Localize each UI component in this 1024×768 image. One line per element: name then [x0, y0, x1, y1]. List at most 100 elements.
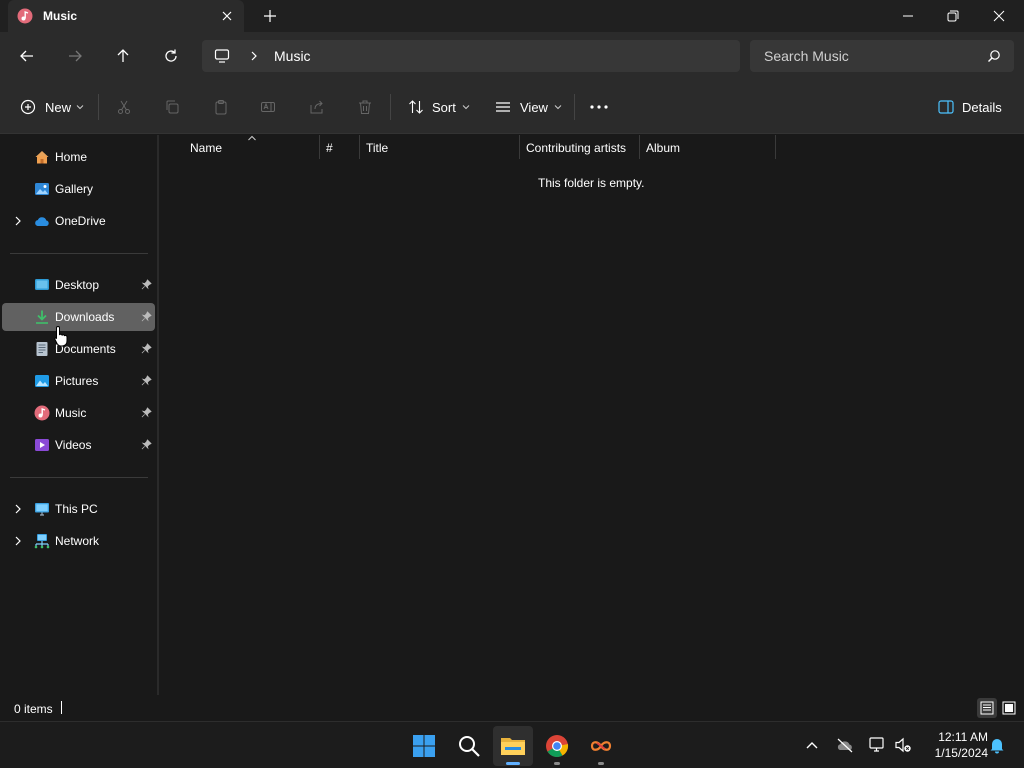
pin-icon[interactable] — [141, 439, 152, 450]
notification-bell-icon[interactable] — [988, 736, 1006, 754]
column-header-number[interactable]: # — [326, 141, 333, 161]
music-icon — [34, 405, 50, 421]
sidebar-item-music[interactable]: Music — [2, 399, 155, 427]
gallery-icon — [35, 183, 49, 195]
close-tab-icon[interactable] — [219, 8, 235, 24]
copy-button[interactable] — [164, 94, 180, 120]
share-icon — [310, 100, 323, 114]
trash-icon — [359, 100, 371, 114]
forward-button[interactable] — [63, 44, 87, 68]
chrome-icon — [546, 735, 569, 757]
plus-circle-icon — [20, 99, 36, 115]
search-box[interactable] — [750, 40, 1014, 72]
taskbar: 12:11 AM 1/15/2024 — [0, 721, 1024, 768]
minimize-icon — [903, 15, 913, 17]
cut-button[interactable] — [116, 94, 132, 120]
onedrive-icon — [35, 217, 49, 226]
close-window-button[interactable] — [976, 0, 1022, 32]
search-icon[interactable] — [987, 49, 1001, 63]
clipboard-icon — [215, 100, 227, 115]
active-app-indicator — [506, 762, 520, 765]
sidebar-item-onedrive[interactable]: OneDrive — [2, 207, 155, 235]
chevron-right-icon[interactable] — [12, 215, 24, 227]
refresh-button[interactable] — [159, 44, 183, 68]
address-bar[interactable]: Music — [202, 40, 740, 72]
details-label: Details — [962, 99, 1002, 115]
pin-icon[interactable] — [141, 375, 152, 386]
sidebar-item-videos[interactable]: Videos — [2, 431, 155, 459]
tab-music[interactable]: Music — [8, 0, 244, 32]
clock-date: 1/15/2024 — [934, 746, 988, 760]
column-separator[interactable] — [639, 135, 640, 159]
minimize-button[interactable] — [885, 0, 931, 32]
taskbar-file-explorer[interactable] — [493, 726, 533, 766]
sidebar-divider — [10, 253, 148, 254]
restore-button[interactable] — [930, 0, 976, 32]
sidebar-item-gallery[interactable]: Gallery — [2, 175, 155, 203]
delete-button[interactable] — [357, 94, 373, 120]
sidebar-item-desktop[interactable]: Desktop — [2, 271, 155, 299]
column-separator[interactable] — [519, 135, 520, 159]
pin-icon[interactable] — [141, 343, 152, 354]
details-view-icon — [980, 701, 994, 715]
start-button[interactable] — [404, 726, 444, 766]
taskbar-chrome[interactable] — [537, 726, 577, 766]
start-icon — [413, 735, 435, 757]
chevron-right-icon[interactable] — [12, 503, 24, 515]
back-button[interactable] — [15, 44, 39, 68]
sidebar-item-documents[interactable]: Documents — [2, 335, 155, 363]
network-status-icon[interactable] — [868, 736, 886, 754]
copy-icon — [166, 100, 179, 114]
navigation-pane: Home Gallery OneDrive Desktop Downloads … — [0, 135, 158, 695]
documents-icon — [36, 342, 48, 356]
column-separator[interactable] — [359, 135, 360, 159]
chevron-right-icon[interactable] — [248, 50, 260, 62]
new-tab-icon[interactable] — [262, 8, 278, 24]
sidebar-item-home[interactable]: Home — [2, 143, 155, 171]
videos-icon — [35, 439, 49, 451]
share-button[interactable] — [309, 94, 325, 120]
sidebar-item-downloads[interactable]: Downloads — [2, 303, 155, 331]
empty-folder-message: This folder is empty. — [538, 176, 645, 190]
sort-button[interactable]: Sort — [408, 94, 470, 120]
title-bar: Music — [0, 0, 1024, 32]
tiles-view-icon — [1002, 701, 1016, 715]
scissors-icon — [118, 100, 130, 114]
onedrive-offline-icon[interactable] — [836, 737, 854, 753]
command-separator — [390, 94, 391, 120]
sidebar-item-network[interactable]: Network — [2, 527, 155, 555]
paste-button[interactable] — [213, 94, 229, 120]
chevron-up-icon[interactable] — [805, 738, 819, 752]
sidebar-item-pictures[interactable]: Pictures — [2, 367, 155, 395]
breadcrumb-music[interactable]: Music — [274, 48, 311, 64]
clock[interactable]: 12:11 AM 1/15/2024 — [918, 729, 988, 761]
search-input[interactable] — [750, 40, 980, 72]
refresh-icon — [165, 49, 177, 62]
up-button[interactable] — [111, 44, 135, 68]
tab-label: Music — [43, 9, 78, 23]
volume-muted-icon[interactable] — [894, 736, 912, 754]
view-button[interactable]: View — [495, 94, 562, 120]
column-header-name[interactable]: Name — [190, 141, 222, 161]
close-icon — [993, 10, 1005, 22]
details-button[interactable]: Details — [938, 94, 1002, 120]
column-header-album[interactable]: Album — [646, 141, 680, 161]
tiles-view-toggle[interactable] — [999, 698, 1019, 718]
column-header-contributing-artists[interactable]: Contributing artists — [526, 141, 626, 161]
pin-icon[interactable] — [141, 311, 152, 322]
rename-button[interactable] — [260, 94, 276, 120]
file-list[interactable]: Name # Title Contributing artists Album … — [159, 135, 1024, 695]
column-header-title[interactable]: Title — [366, 141, 388, 161]
running-app-indicator — [598, 762, 604, 765]
taskbar-infinity-app[interactable] — [581, 726, 621, 766]
pin-icon[interactable] — [141, 279, 152, 290]
details-view-toggle[interactable] — [977, 698, 997, 718]
sidebar-item-this-pc[interactable]: This PC — [2, 495, 155, 523]
column-separator[interactable] — [775, 135, 776, 159]
taskbar-search-button[interactable] — [449, 726, 489, 766]
new-button[interactable]: New — [20, 94, 84, 120]
chevron-right-icon[interactable] — [12, 535, 24, 547]
more-options-button[interactable] — [589, 94, 609, 120]
column-separator[interactable] — [319, 135, 320, 159]
pin-icon[interactable] — [141, 407, 152, 418]
